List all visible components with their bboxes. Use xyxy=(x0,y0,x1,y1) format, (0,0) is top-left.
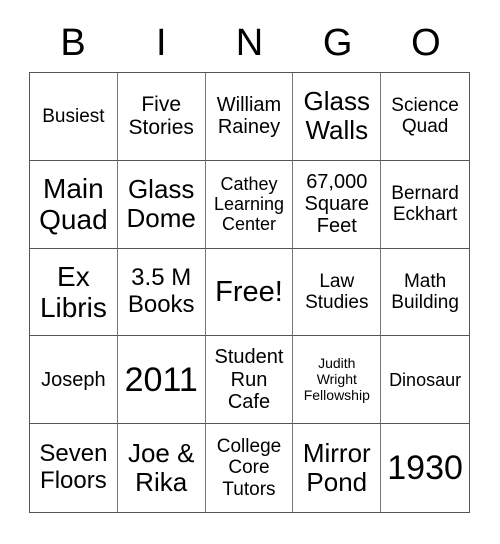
bingo-cell[interactable]: Mirror Pond xyxy=(293,424,382,512)
bingo-cell[interactable]: William Rainey xyxy=(205,73,294,161)
header-letter-b: B xyxy=(60,22,86,64)
bingo-cell[interactable]: Bernard Eckhart xyxy=(381,161,469,249)
bingo-grid: Busiest Five Stories William Rainey Glas… xyxy=(29,72,470,513)
free-space[interactable]: Free! xyxy=(205,248,294,337)
bingo-cell[interactable]: Joseph xyxy=(30,336,118,425)
header-letter-g: G xyxy=(322,22,353,64)
bingo-cell[interactable]: Glass Dome xyxy=(117,160,206,249)
header-letter-n: N xyxy=(235,22,264,64)
bingo-cell[interactable]: Math Building xyxy=(381,249,469,337)
header-letter-o: O xyxy=(411,22,441,64)
bingo-cell[interactable]: Joe & Rika xyxy=(118,424,206,512)
bingo-cell[interactable]: Cathey Learning Center xyxy=(205,160,294,249)
bingo-cell[interactable]: 67,000 Square Feet xyxy=(293,160,382,249)
bingo-cell[interactable]: College Core Tutors xyxy=(206,424,294,512)
bingo-cell[interactable]: Law Studies xyxy=(293,248,382,337)
bingo-cell[interactable]: Glass Walls xyxy=(293,73,382,161)
bingo-cell[interactable]: Five Stories xyxy=(117,73,206,161)
bingo-cell[interactable]: Main Quad xyxy=(30,160,118,249)
bingo-cell[interactable]: Busiest xyxy=(30,73,118,161)
bingo-cell[interactable]: Student Run Cafe xyxy=(205,336,294,425)
bingo-cell[interactable]: 1930 xyxy=(381,424,469,512)
bingo-cell[interactable]: Seven Floors xyxy=(30,424,118,512)
bingo-cell[interactable]: Judith Wright Fellowship xyxy=(293,336,382,425)
bingo-cell[interactable]: Science Quad xyxy=(381,73,469,161)
bingo-cell[interactable]: 3.5 M Books xyxy=(117,248,206,337)
bingo-cell[interactable]: Ex Libris xyxy=(30,248,118,337)
header-letter-i: I xyxy=(156,22,167,64)
bingo-header: B I N G O xyxy=(29,18,470,68)
bingo-cell[interactable]: 2011 xyxy=(117,336,206,425)
bingo-cell[interactable]: Dinosaur xyxy=(381,336,469,425)
